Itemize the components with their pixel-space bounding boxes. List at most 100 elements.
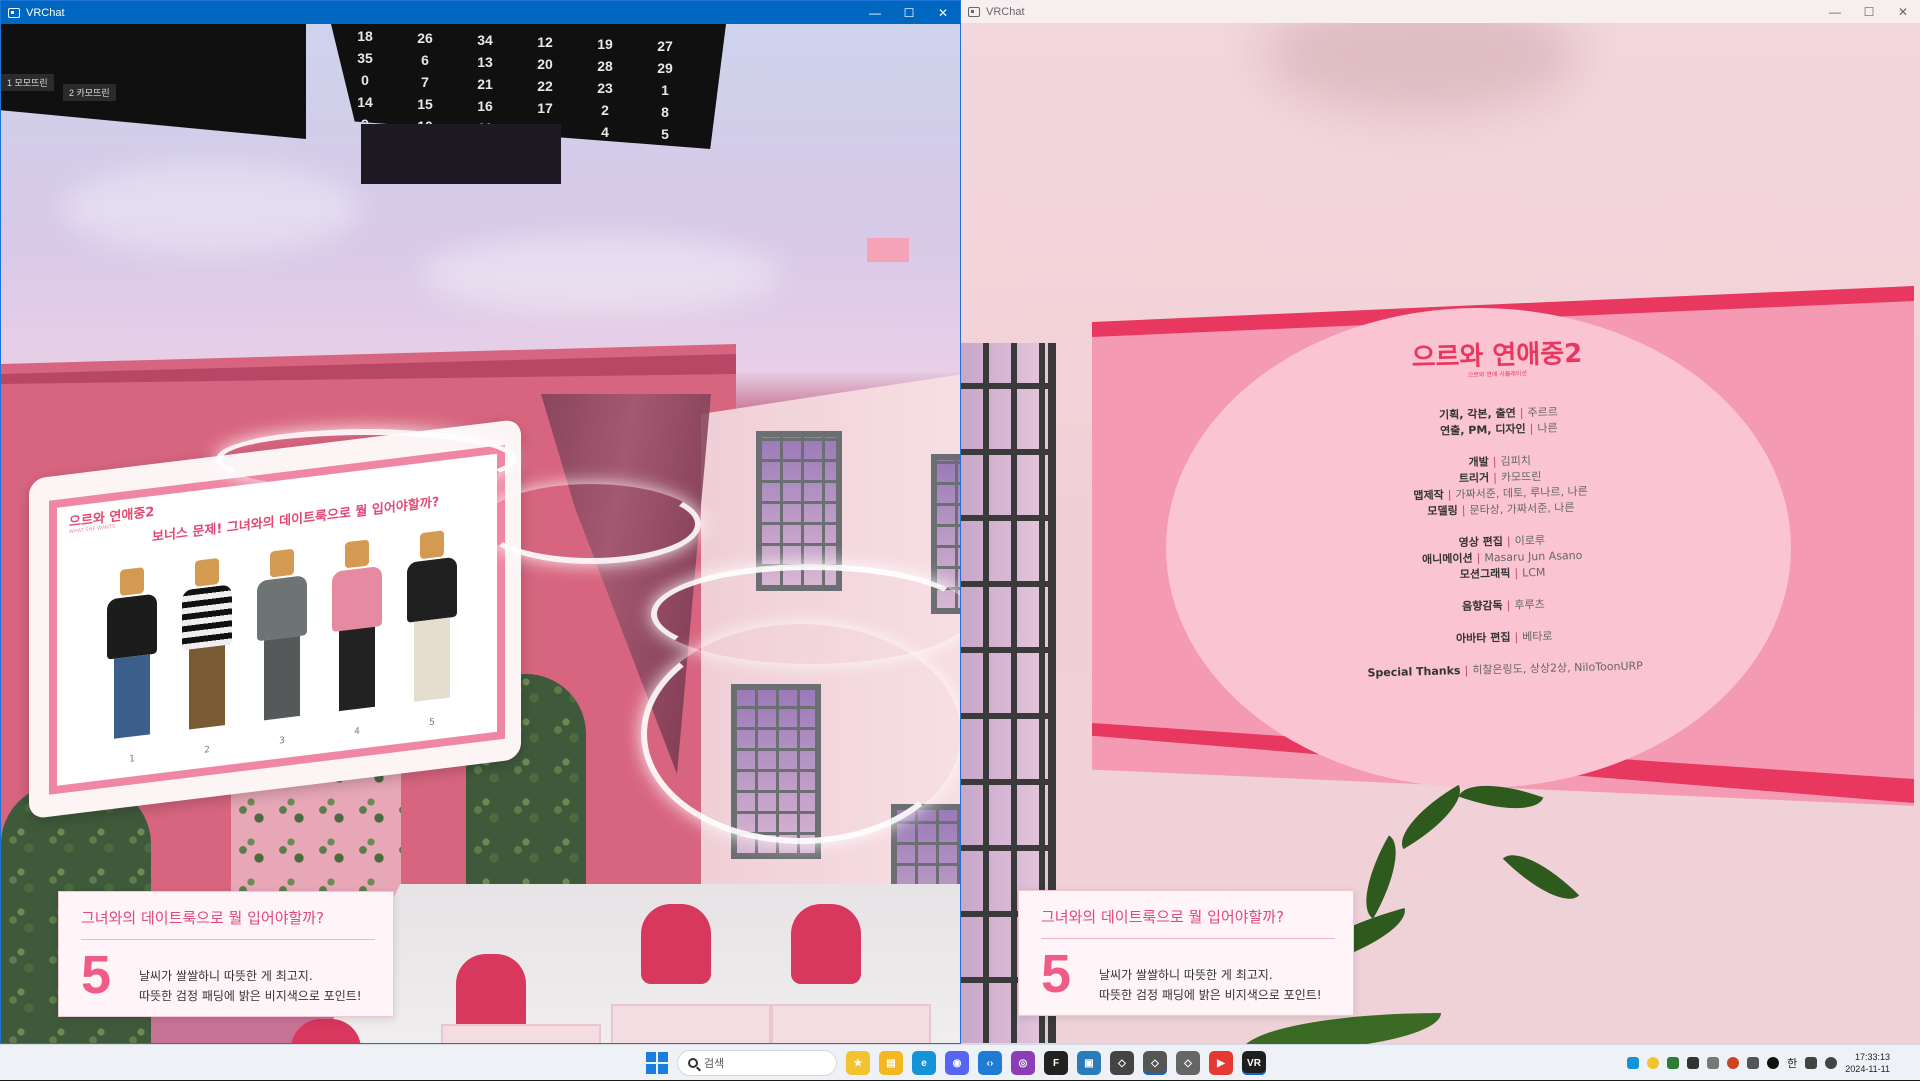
file-explorer-icon[interactable]: ▤ <box>879 1051 903 1075</box>
glow-ring <box>641 624 960 844</box>
separator: | <box>1514 630 1519 644</box>
edge-tray-icon[interactable] <box>1627 1057 1640 1069</box>
system-tray: 한 17:33:13 2024-11-11 <box>1627 1045 1920 1081</box>
board-number: 0 <box>361 72 369 88</box>
separator: | <box>1506 534 1511 548</box>
credit-role: 연출, PM, 디자인 <box>1439 422 1526 438</box>
divider <box>81 939 375 940</box>
separator: | <box>1519 406 1524 420</box>
credit-role: 개발 <box>1468 455 1489 469</box>
outfit-figure <box>107 565 157 739</box>
vrchat-icon <box>8 7 20 18</box>
mic-tray-icon[interactable] <box>1747 1057 1760 1069</box>
cloud-tray-icon[interactable] <box>1707 1057 1720 1069</box>
game-viewport[interactable]: 으르와 연애중2 으르와 연애 시뮬레이션 기획, 각본, 출연 | 주르르 연출, … <box>961 23 1920 1044</box>
search-placeholder: 검색 <box>704 1057 725 1070</box>
unity-2-icon[interactable]: ◇ <box>1143 1051 1167 1075</box>
separator: | <box>1461 503 1466 518</box>
caption-line: 따뜻한 검정 패딩에 밝은 비지색으로 포인트! <box>139 989 362 1003</box>
clock-time: 17:33:13 <box>1854 1052 1890 1062</box>
credit-name: 이로루 <box>1514 533 1546 548</box>
chair <box>791 904 861 984</box>
board-number: 4 <box>601 124 609 140</box>
clock[interactable]: 17:33:13 2024-11-11 <box>1845 1051 1890 1075</box>
separator: | <box>1476 551 1481 565</box>
credit-name: 후루츠 <box>1514 597 1545 612</box>
youtube-music-icon[interactable]: ▶ <box>1209 1051 1233 1075</box>
edge-icon[interactable]: e <box>912 1051 936 1075</box>
board-number: 14 <box>357 94 373 110</box>
close-button[interactable]: ✕ <box>926 1 960 24</box>
board-number: 8 <box>661 104 669 120</box>
board-number: 27 <box>657 38 673 54</box>
credit-name: 김피치 <box>1500 454 1532 468</box>
glow-ring <box>216 429 516 489</box>
chair <box>456 954 526 1034</box>
unity-1-icon[interactable]: ◇ <box>1110 1051 1134 1075</box>
discord-icon[interactable]: ◉ <box>945 1051 969 1075</box>
poster-logo: 으르와 연애중2 WHAT SHE WANTS <box>69 505 154 536</box>
credit-name: 히찰은링도, 상상2상, NiloToonURP <box>1472 659 1643 677</box>
minimize-button[interactable]: — <box>858 1 892 24</box>
desk <box>441 1024 601 1043</box>
board-number: 15 <box>417 96 433 112</box>
credit-name: 가짜서준, 데토, 루나르, 나른 <box>1455 484 1588 502</box>
taskbar: 검색 ★ ▤ e ◉ ‹› ◎ F ▣ ◇ ◇ ◇ ▶ VR 한 17:33:13 2024-11-11 <box>0 1044 1920 1080</box>
board-label: 2 카모뜨린 <box>63 84 116 101</box>
volume-icon[interactable] <box>1825 1057 1838 1069</box>
maximize-button[interactable]: ☐ <box>1852 0 1886 23</box>
board-number: 26 <box>417 30 433 46</box>
figure-number: 4 <box>354 726 360 738</box>
app-tray-icon[interactable] <box>1767 1057 1780 1069</box>
game-viewport[interactable]: 1 모모뜨린 2 카모뜨린 18 26 34 12 19 27 35 6 13 20 28 29 0 7 2… <box>1 24 960 1043</box>
caption-card: 그녀와의 데이트룩으로 뭘 입어야할까? 5 날씨가 쌀쌀하니 따뜻한 게 최고… <box>58 891 394 1017</box>
unity-3-icon[interactable]: ◇ <box>1176 1051 1200 1075</box>
vrchat-window-left[interactable]: VRChat — ☐ ✕ 1 모모뜨린 2 카모뜨린 18 26 34 12 19 27 3… <box>0 0 961 1044</box>
maximize-button[interactable]: ☐ <box>892 1 926 24</box>
caption-question: 그녀와의 데이트룩으로 뭘 입어야할까? <box>1041 908 1285 926</box>
close-button[interactable]: ✕ <box>1886 0 1920 23</box>
taskbar-apps: 검색 ★ ▤ e ◉ ‹› ◎ F ▣ ◇ ◇ ◇ ▶ VR <box>646 1045 1266 1081</box>
credit-role: 모델링 <box>1427 504 1458 518</box>
vrc-creator-icon[interactable]: ▣ <box>1077 1051 1101 1075</box>
star-app-icon[interactable]: ★ <box>846 1051 870 1075</box>
caption-card: 그녀와의 데이트룩으로 뭘 입어야할까? 5 날씨가 쌀쌀하니 따뜻한 게 최고… <box>1018 890 1354 1016</box>
credit-role: 기획, 각본, 출연 <box>1438 406 1516 422</box>
caption-line: 따뜻한 검정 패딩에 밝은 비지색으로 포인트! <box>1099 988 1322 1002</box>
network-icon[interactable] <box>1805 1057 1818 1069</box>
title-bar[interactable]: VRChat — ☐ ✕ <box>961 0 1920 23</box>
board-number: 16 <box>477 98 493 114</box>
vrchat-icon[interactable]: VR <box>1242 1051 1266 1075</box>
board-number: 34 <box>477 32 493 48</box>
window-title: VRChat <box>26 6 65 19</box>
chair <box>641 904 711 984</box>
record-tray-icon[interactable] <box>1727 1057 1740 1069</box>
credit-role: 애니메이션 <box>1421 551 1473 567</box>
nvidia-tray-icon[interactable] <box>1667 1057 1680 1069</box>
search-input[interactable]: 검색 <box>677 1050 837 1076</box>
board-number: 28 <box>597 58 613 74</box>
board-number: 35 <box>357 50 373 66</box>
credit-role: 트리거 <box>1458 471 1490 486</box>
vrchat-window-right[interactable]: VRChat — ☐ ✕ 으르와 연애중2 으르와 연애 시뮬레이션 기획, 각… <box>961 0 1920 1044</box>
separator: | <box>1506 598 1511 612</box>
input-language[interactable]: 한 <box>1787 1055 1797 1071</box>
caption-line: 날씨가 쌀쌀하니 따뜻한 게 최고지. <box>1099 968 1273 982</box>
divider <box>1041 938 1335 939</box>
windows-start-icon[interactable] <box>646 1052 668 1074</box>
board-label: 1 모모뜨린 <box>1 74 54 91</box>
minimize-button[interactable]: — <box>1818 0 1852 23</box>
outfit-figure <box>407 529 457 703</box>
github-icon[interactable]: ◎ <box>1011 1051 1035 1075</box>
title-bar[interactable]: VRChat — ☐ ✕ <box>1 1 960 24</box>
outfit-figure <box>182 556 232 730</box>
plant-leaf <box>1241 1013 1441 1044</box>
vscode-icon[interactable]: ‹› <box>978 1051 1002 1075</box>
figma-icon[interactable]: F <box>1044 1051 1068 1075</box>
outfit-figure <box>332 538 382 712</box>
figure-number: 3 <box>279 735 285 747</box>
board-number: 6 <box>421 52 429 68</box>
app-tray-icon[interactable] <box>1687 1057 1700 1069</box>
chat-tray-icon[interactable] <box>1647 1057 1660 1069</box>
board-number: 22 <box>537 78 553 94</box>
